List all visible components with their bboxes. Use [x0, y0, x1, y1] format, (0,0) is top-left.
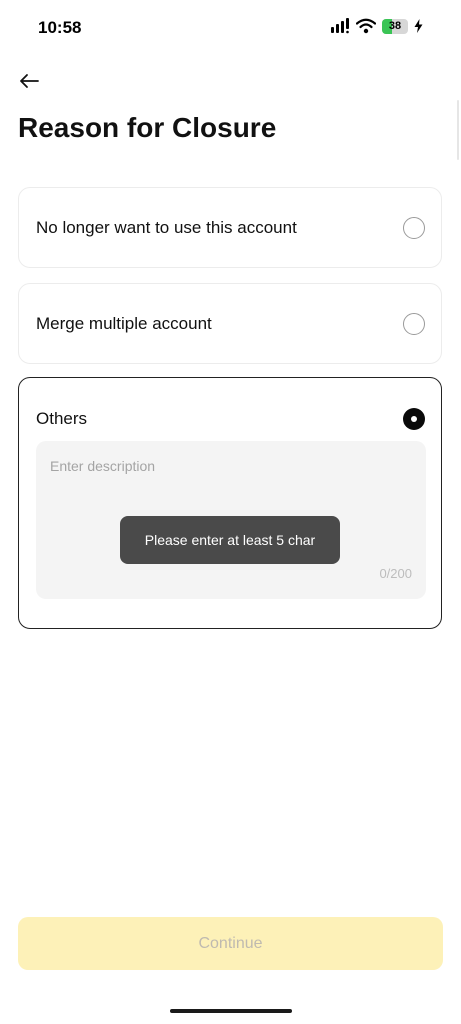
- page-title: Reason for Closure: [18, 112, 277, 143]
- home-indicator: [170, 1009, 292, 1013]
- option-label: Merge multiple account: [36, 314, 212, 333]
- charging-bolt-icon: [414, 19, 423, 33]
- back-button[interactable]: [16, 68, 42, 94]
- radio-unchecked-icon[interactable]: [403, 217, 425, 239]
- status-bar: 10:58 38: [0, 0, 461, 56]
- battery-icon: 38: [382, 18, 408, 34]
- toast-message: Please enter at least 5 char: [144, 532, 316, 548]
- scroll-indicator: [457, 100, 459, 160]
- description-placeholder: Enter description: [50, 458, 156, 474]
- continue-label: Continue: [198, 934, 263, 952]
- status-time: 10:58: [38, 18, 82, 37]
- option-merge-accounts[interactable]: Merge multiple account: [18, 283, 442, 364]
- option-no-longer-use[interactable]: No longer want to use this account: [18, 187, 442, 268]
- signal-icon: [331, 18, 349, 34]
- option-label: Others: [36, 409, 88, 428]
- validation-toast: Please enter at least 5 char: [120, 516, 340, 564]
- status-icons: 38: [330, 18, 423, 34]
- wifi-icon: [356, 18, 376, 34]
- continue-button[interactable]: Continue: [18, 917, 443, 970]
- radio-checked-icon[interactable]: [403, 408, 425, 430]
- option-others[interactable]: Others Enter description 0/200: [18, 377, 442, 629]
- option-label: No longer want to use this account: [36, 218, 297, 237]
- radio-unchecked-icon[interactable]: [403, 313, 425, 335]
- character-counter: 0/200: [379, 566, 412, 581]
- arrow-left-icon: [20, 74, 39, 88]
- battery-level: 38: [388, 20, 402, 32]
